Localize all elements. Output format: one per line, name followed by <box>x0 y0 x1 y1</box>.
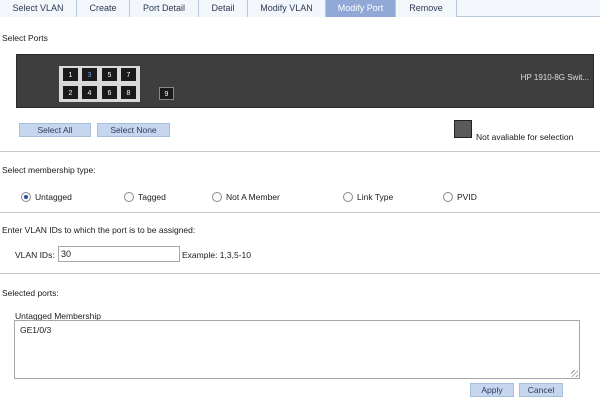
port-5[interactable]: 5 <box>102 68 117 81</box>
radio-not-a-member-label[interactable]: Not A Member <box>226 192 280 202</box>
port-7[interactable]: 7 <box>121 68 136 81</box>
divider <box>0 212 600 213</box>
select-ports-heading: Select Ports <box>2 33 48 43</box>
cancel-button[interactable]: Cancel <box>519 383 563 397</box>
radio-pvid[interactable] <box>443 192 453 202</box>
vlan-ids-label: VLAN IDs: <box>15 250 55 260</box>
port-2[interactable]: 2 <box>63 86 78 99</box>
tab-detail[interactable]: Detail <box>199 0 248 17</box>
tab-remove[interactable]: Remove <box>396 0 457 17</box>
membership-heading: Select membership type: <box>2 165 96 175</box>
tab-port-detail[interactable]: Port Detail <box>130 0 199 17</box>
radio-link-type-label[interactable]: Link Type <box>357 192 393 202</box>
port-8[interactable]: 8 <box>121 86 136 99</box>
tab-modify-vlan[interactable]: Modify VLAN <box>248 0 326 17</box>
radio-untagged-label[interactable]: Untagged <box>35 192 72 202</box>
tab-select-vlan[interactable]: Select VLAN <box>0 0 77 17</box>
radio-link-type[interactable] <box>343 192 353 202</box>
port-4[interactable]: 4 <box>82 86 97 99</box>
selected-ports-heading: Selected ports: <box>2 288 59 298</box>
divider <box>0 151 600 152</box>
apply-button[interactable]: Apply <box>470 383 514 397</box>
vlan-example-hint: Example: 1,3,5-10 <box>182 250 251 260</box>
radio-tagged-label[interactable]: Tagged <box>138 192 166 202</box>
port-3[interactable]: 3 <box>82 68 97 81</box>
selected-ports-textarea[interactable]: GE1/0/3 <box>14 320 580 379</box>
radio-pvid-label[interactable]: PVID <box>457 192 477 202</box>
radio-tagged[interactable] <box>124 192 134 202</box>
select-all-button[interactable]: Select All <box>19 123 91 137</box>
port-grid: 1 3 5 7 2 4 6 8 <box>59 66 140 102</box>
select-none-button[interactable]: Select None <box>97 123 170 137</box>
vlan-heading: Enter VLAN IDs to which the port is to b… <box>2 225 196 235</box>
port-6[interactable]: 6 <box>102 86 117 99</box>
switch-model-label: HP 1910-8G Swit... <box>520 73 589 82</box>
port-1[interactable]: 1 <box>63 68 78 81</box>
unavailable-legend-label: Not avaliable for selection <box>476 132 574 142</box>
radio-not-a-member[interactable] <box>212 192 222 202</box>
tab-modify-port[interactable]: Modify Port <box>326 0 396 17</box>
selected-ports-content: GE1/0/3 <box>20 325 52 335</box>
divider <box>0 273 600 274</box>
tab-bar: Select VLAN Create Port Detail Detail Mo… <box>0 0 600 17</box>
tab-create[interactable]: Create <box>77 0 130 17</box>
port-9[interactable]: 9 <box>159 87 174 100</box>
vlan-ids-input[interactable]: 30 <box>58 246 180 262</box>
radio-untagged[interactable] <box>21 192 31 202</box>
unavailable-port-swatch <box>454 120 472 138</box>
resize-grip-icon[interactable] <box>571 370 578 377</box>
switch-panel: 1 3 5 7 2 4 6 8 9 HP 1910-8G Swit... <box>16 54 594 108</box>
